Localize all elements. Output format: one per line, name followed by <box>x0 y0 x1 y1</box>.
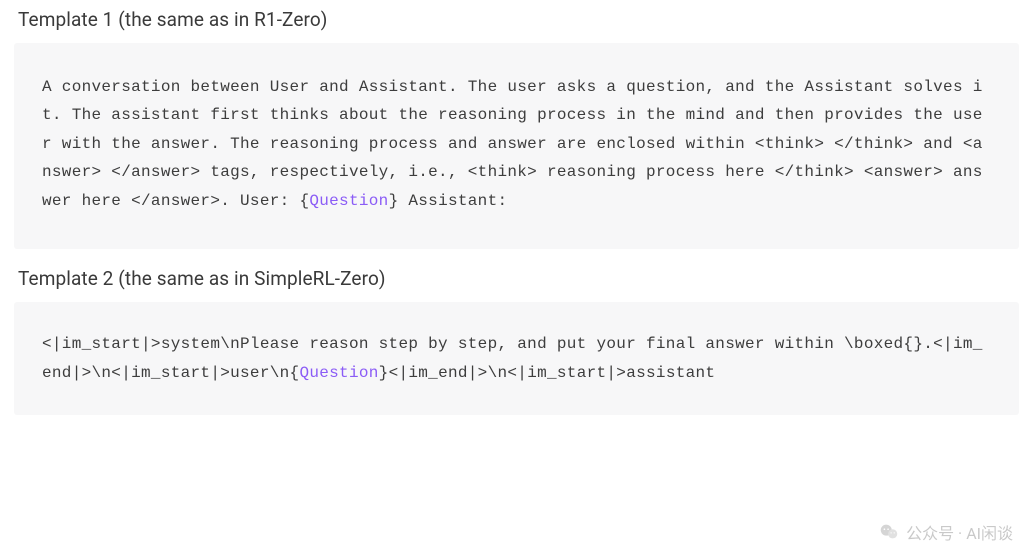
template1-question-token: Question <box>309 192 388 210</box>
template2-question-token: Question <box>299 364 378 382</box>
template1-code-post: } Assistant: <box>389 192 508 210</box>
wechat-icon <box>878 521 900 543</box>
template2-section: Template 2 (the same as in SimpleRL-Zero… <box>0 259 1033 415</box>
template2-heading: Template 2 (the same as in SimpleRL-Zero… <box>0 259 1033 298</box>
template1-code-pre: A conversation between User and Assistan… <box>42 78 983 210</box>
template2-code-block: <|im_start|>system\nPlease reason step b… <box>14 302 1019 415</box>
watermark: 公众号 · AI闲谈 <box>878 520 1013 544</box>
template2-code-post: }<|im_end|>\n<|im_start|>assistant <box>379 364 716 382</box>
template1-section: Template 1 (the same as in R1-Zero) A co… <box>0 0 1033 249</box>
watermark-text: 公众号 · AI闲谈 <box>906 520 1013 544</box>
template1-heading: Template 1 (the same as in R1-Zero) <box>0 0 1033 39</box>
template1-code-block: A conversation between User and Assistan… <box>14 43 1019 249</box>
